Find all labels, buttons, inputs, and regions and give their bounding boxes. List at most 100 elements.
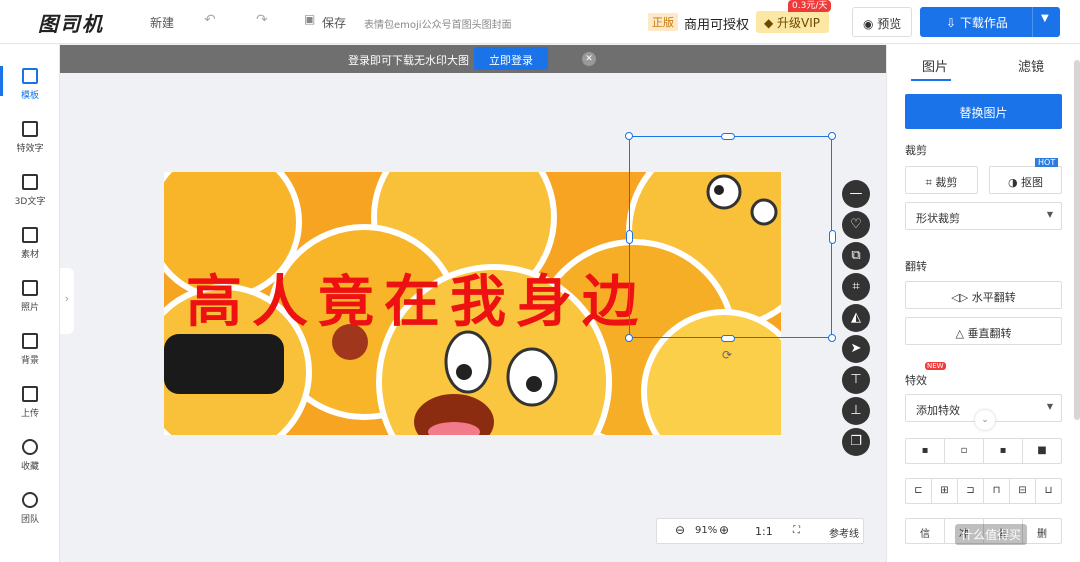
hflip-label: 水平翻转 <box>971 291 1016 304</box>
vflip-label: 垂直翻转 <box>967 327 1012 340</box>
send-icon[interactable]: ➤ <box>842 335 870 363</box>
redo-icon[interactable]: ↷ <box>256 12 268 28</box>
team-icon <box>22 492 38 508</box>
resize-handle-s[interactable] <box>721 335 735 342</box>
align-bottom-icon[interactable]: ⊔ <box>1036 479 1061 503</box>
selection-box[interactable] <box>629 136 832 338</box>
action-button-1[interactable]: 信 <box>906 519 945 543</box>
expand-chevron-icon[interactable]: ⌄ <box>975 410 995 430</box>
delete-button[interactable]: 删 <box>1023 519 1061 543</box>
horizontal-flip-icon: ◁▷ <box>951 291 972 304</box>
background-icon <box>22 333 38 349</box>
resize-handle-n[interactable] <box>721 133 735 140</box>
copy-icon[interactable]: ❐ <box>842 428 870 456</box>
chevron-down-icon[interactable]: ▼ <box>1041 13 1049 24</box>
align-middle-icon[interactable]: ⊟ <box>1010 479 1036 503</box>
guide-button[interactable]: 参考线 <box>829 525 859 540</box>
genuine-badge: 正版 <box>648 13 678 31</box>
fit-screen-icon[interactable]: ⛶ <box>793 525 800 536</box>
cutout-label: 抠图 <box>1021 176 1044 189</box>
sidebar-collapse-handle[interactable]: › <box>60 268 74 334</box>
cutout-button[interactable]: ◑ 抠图 <box>989 166 1062 194</box>
align-bottom-icon[interactable]: ⊥ <box>842 397 870 425</box>
sidebar-item-photo[interactable]: 照片 <box>0 274 60 326</box>
canvas-headline[interactable]: 高人竟在我身边 <box>186 257 648 338</box>
sidebar-item-material[interactable]: 素材 <box>0 221 60 273</box>
undo-icon[interactable]: ↶ <box>204 12 216 28</box>
save-icon[interactable]: ▣ <box>304 12 315 26</box>
zoom-in-icon[interactable]: ⊕ <box>719 523 729 537</box>
resize-handle-sw[interactable] <box>625 334 633 342</box>
preview-button[interactable]: ◉ 预览 <box>852 7 912 37</box>
sidebar-item-label: 模板 <box>20 91 39 101</box>
crop-button[interactable]: ⌗ 裁剪 <box>905 166 978 194</box>
download-label: 下载作品 <box>959 16 1008 30</box>
license-text[interactable]: 商用可授权 <box>684 14 749 33</box>
zoom-out-icon[interactable]: ⊖ <box>675 523 685 537</box>
save-button[interactable]: 保存 <box>322 14 346 31</box>
active-indicator <box>0 66 3 96</box>
sidebar-item-background[interactable]: 背景 <box>0 327 60 379</box>
left-sidebar: 模板 特效字 3D文字 素材 照片 背景 上传 收藏 团队 <box>0 44 60 562</box>
right-panel: 图片 滤镜 替换图片 裁剪 ⌗ 裁剪 ◑ 抠图 HOT 形状裁剪 ▼ 翻转 ◁▷ … <box>886 44 1080 562</box>
align-top-icon[interactable]: ⊤ <box>842 366 870 394</box>
flip-icon[interactable]: ◭ <box>842 304 870 332</box>
shape-crop-select[interactable]: 形状裁剪 ▼ <box>905 202 1062 230</box>
upgrade-vip-button[interactable]: ◆ 升级VIP <box>756 11 829 33</box>
sidebar-item-label: 上传 <box>20 409 39 419</box>
sidebar-item-label: 收藏 <box>20 462 39 472</box>
chevron-right-icon: › <box>64 292 70 305</box>
resize-handle-w[interactable] <box>626 230 633 244</box>
align-right-icon[interactable]: ⊐ <box>958 479 984 503</box>
align-top-icon[interactable]: ⊓ <box>984 479 1010 503</box>
align-left-icon[interactable]: ⊏ <box>906 479 932 503</box>
layer-top-icon[interactable]: ■ <box>1023 439 1061 463</box>
align-center-icon[interactable]: ⊞ <box>932 479 958 503</box>
crop-icon: ⌗ <box>925 176 936 189</box>
new-button[interactable]: 新建 <box>150 14 174 31</box>
cloud-download-icon: ⇩ <box>946 16 960 30</box>
add-effect-value: 添加特效 <box>916 404 960 417</box>
close-icon[interactable]: ✕ <box>582 52 596 66</box>
tab-image[interactable]: 图片 <box>922 56 948 75</box>
rotate-icon[interactable]: ⟳ <box>722 348 732 362</box>
document-title[interactable]: 表情包emoji公众号首图头图封面 <box>364 16 512 31</box>
download-divider <box>1032 7 1033 37</box>
sidebar-item-effect-text[interactable]: 特效字 <box>0 115 60 167</box>
right-panel-scrollbar[interactable] <box>1074 60 1080 420</box>
layer-up-icon[interactable]: ▪ <box>984 439 1023 463</box>
resize-handle-e[interactable] <box>829 230 836 244</box>
app-logo[interactable]: 图司机 <box>38 8 104 37</box>
align-buttons: ⊏ ⊞ ⊐ ⊓ ⊟ ⊔ <box>905 478 1062 504</box>
layer-down-icon[interactable]: ▪ <box>906 439 945 463</box>
tab-filter[interactable]: 滤镜 <box>1018 56 1044 75</box>
notice-text: 登录即可下载无水印大图 <box>348 54 469 67</box>
caret-down-icon: ▼ <box>1046 210 1053 219</box>
login-button[interactable]: 立即登录 <box>474 47 548 70</box>
ratio-button[interactable]: 1:1 <box>755 525 773 538</box>
flip-section-title: 翻转 <box>905 260 927 273</box>
sidebar-item-label: 素材 <box>20 250 39 260</box>
vip-price-badge: 0.3元/天 <box>788 0 832 12</box>
sidebar-item-favorites[interactable]: 收藏 <box>0 433 60 485</box>
photo-icon <box>22 280 38 296</box>
replace-image-button[interactable]: 替换图片 <box>905 94 1062 129</box>
vertical-flip-button[interactable]: △ 垂直翻转 <box>905 317 1062 345</box>
minus-icon[interactable]: — <box>842 180 870 208</box>
resize-handle-ne[interactable] <box>828 132 836 140</box>
horizontal-flip-button[interactable]: ◁▷ 水平翻转 <box>905 281 1062 309</box>
sidebar-item-label: 团队 <box>20 515 39 525</box>
resize-handle-se[interactable] <box>828 334 836 342</box>
layer-bottom-icon[interactable]: ▫ <box>945 439 984 463</box>
sidebar-item-team[interactable]: 团队 <box>0 486 60 538</box>
resize-handle-nw[interactable] <box>625 132 633 140</box>
sidebar-item-upload[interactable]: 上传 <box>0 380 60 432</box>
sidebar-item-3d-text[interactable]: 3D文字 <box>0 168 60 220</box>
crop-icon[interactable]: ⌗ <box>842 273 870 301</box>
sidebar-item-label: 背景 <box>20 356 39 366</box>
site-watermark: 什么值得买 <box>955 524 1028 545</box>
replace-icon[interactable]: ⧉ <box>842 242 870 270</box>
download-button[interactable]: ⇩ 下载作品 ▼ <box>920 7 1060 37</box>
sidebar-item-template[interactable]: 模板 <box>0 62 60 114</box>
heart-icon[interactable]: ♡ <box>842 211 870 239</box>
